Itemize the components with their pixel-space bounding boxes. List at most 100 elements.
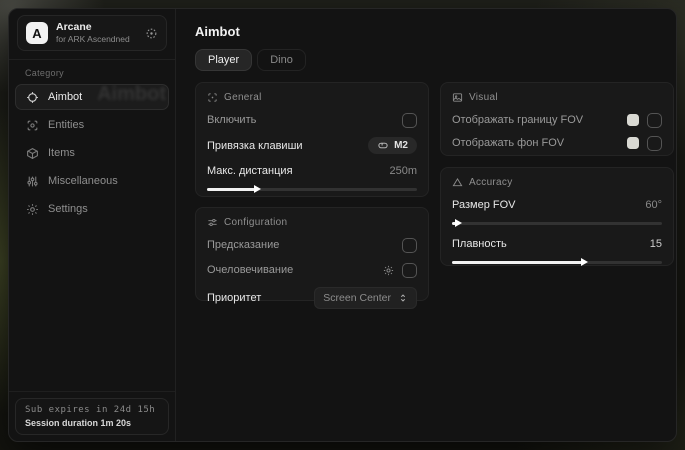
image-icon	[452, 92, 463, 103]
target-icon[interactable]	[145, 27, 158, 40]
humanize-controls	[383, 263, 417, 278]
gear-icon[interactable]	[383, 265, 394, 276]
priority-label: Приоритет	[207, 292, 261, 304]
panel-title: Visual	[469, 92, 498, 103]
brand-title: Arcane	[56, 22, 130, 34]
app-window: A Arcane for ARK Ascendned Category Aimb…	[8, 8, 677, 442]
sidebar-item-label: Miscellaneous	[48, 175, 118, 187]
prediction-checkbox[interactable]	[402, 238, 417, 253]
sidebar-item-items[interactable]: Items	[15, 140, 169, 166]
tab-dino[interactable]: Dino	[257, 49, 306, 71]
fov-bg-color-swatch[interactable]	[627, 137, 639, 149]
sidebar-item-label: Items	[48, 147, 75, 159]
scan-target-icon	[207, 92, 218, 103]
keybind-button[interactable]: M2	[368, 137, 417, 154]
sidebar-item-miscellaneous[interactable]: Miscellaneous	[15, 168, 169, 194]
panel-title: Accuracy	[469, 177, 513, 188]
smoothness-value: 15	[650, 238, 662, 250]
prediction-label: Предсказание	[207, 239, 279, 251]
slider-thumb[interactable]	[455, 219, 462, 227]
panel-title: General	[224, 92, 262, 103]
fov-border-controls	[627, 113, 662, 128]
keybind-value: M2	[394, 140, 408, 151]
panel-general-header: General	[207, 92, 417, 103]
brand-subtitle: for ARK Ascendned	[56, 35, 130, 44]
distance-slider[interactable]	[207, 185, 417, 193]
brand-text: Arcane for ARK Ascendned	[56, 22, 130, 45]
sidebar-item-aimbot[interactable]: Aimbot Aimbot	[15, 84, 169, 110]
fov-border-label: Отображать границу FOV	[452, 114, 583, 126]
sidebar: A Arcane for ARK Ascendned Category Aimb…	[9, 9, 176, 441]
slider-thumb[interactable]	[581, 258, 588, 266]
tune-sliders-icon	[207, 217, 218, 228]
entities-scan-icon	[26, 119, 39, 132]
enable-label: Включить	[207, 114, 256, 126]
aimbot-ghost-text: Aimbot	[97, 84, 166, 106]
tab-player[interactable]: Player	[195, 49, 252, 71]
fov-bg-label: Отображать фон FOV	[452, 137, 564, 149]
sidebar-footer: Sub expires in 24d 15h Session duration …	[9, 391, 175, 441]
slider-fill	[452, 222, 456, 225]
enable-row: Включить	[207, 112, 417, 128]
sidebar-item-settings[interactable]: Settings	[15, 196, 169, 222]
sub-expires-text: Sub expires in 24d 15h	[25, 405, 159, 415]
smoothness-slider[interactable]	[452, 258, 662, 266]
sidebar-item-label: Settings	[48, 203, 88, 215]
panel-accuracy: Accuracy Размер FOV 60° Плавность 15	[440, 167, 674, 266]
chevron-up-down-icon	[398, 293, 408, 303]
fov-size-row: Размер FOV 60°	[452, 197, 662, 213]
distance-row: Макс. дистанция 250m	[207, 163, 417, 179]
brand-card: A Arcane for ARK Ascendned	[17, 15, 167, 51]
distance-value: 250m	[389, 165, 417, 177]
fov-bg-checkbox[interactable]	[647, 136, 662, 151]
smoothness-row: Плавность 15	[452, 236, 662, 252]
panel-title: Configuration	[224, 217, 287, 228]
panel-general: General Включить Привязка клавиши M2 Мак…	[195, 82, 429, 197]
smoothness-label: Плавность	[452, 238, 507, 250]
slider-track	[452, 222, 662, 225]
fov-size-slider[interactable]	[452, 219, 662, 227]
priority-row: Приоритет Screen Center	[207, 287, 417, 309]
sidebar-item-label: Entities	[48, 119, 84, 131]
panel-visual: Visual Отображать границу FOV Отображать…	[440, 82, 674, 156]
fov-border-row: Отображать границу FOV	[452, 112, 662, 128]
crosshair-icon	[26, 91, 39, 104]
keybind-row: Привязка клавиши M2	[207, 137, 417, 154]
prediction-row: Предсказание	[207, 237, 417, 253]
sidebar-nav: Aimbot Aimbot Entities Items Miscellane	[9, 82, 175, 222]
box-icon	[26, 147, 39, 160]
session-card: Sub expires in 24d 15h Session duration …	[15, 398, 169, 435]
fov-bg-controls	[627, 136, 662, 151]
keybind-label: Привязка клавиши	[207, 140, 303, 152]
equalizer-icon	[26, 175, 39, 188]
triangle-delta-icon	[452, 177, 463, 188]
humanize-checkbox[interactable]	[402, 263, 417, 278]
panel-configuration: Configuration Предсказание Очеловечивани…	[195, 207, 429, 301]
fov-size-value: 60°	[645, 199, 662, 211]
panel-configuration-header: Configuration	[207, 217, 417, 228]
main-content: Aimbot Player Dino General Включить Прив…	[176, 9, 676, 441]
fov-border-checkbox[interactable]	[647, 113, 662, 128]
distance-label: Макс. дистанция	[207, 165, 293, 177]
panel-visual-header: Visual	[452, 92, 662, 103]
app-logo: A	[26, 22, 48, 44]
sidebar-item-entities[interactable]: Entities	[15, 112, 169, 138]
gear-icon	[26, 203, 39, 216]
page-title: Aimbot	[195, 24, 240, 39]
fov-size-label: Размер FOV	[452, 199, 515, 211]
fov-border-color-swatch[interactable]	[627, 114, 639, 126]
humanize-row: Очеловечивание	[207, 262, 417, 278]
priority-value: Screen Center	[323, 292, 391, 304]
humanize-label: Очеловечивание	[207, 264, 293, 276]
category-label: Category	[9, 60, 175, 82]
mouse-icon	[377, 140, 389, 151]
sidebar-item-label: Aimbot	[48, 91, 82, 103]
tabs: Player Dino	[195, 49, 306, 71]
slider-thumb[interactable]	[254, 185, 261, 193]
fov-bg-row: Отображать фон FOV	[452, 135, 662, 151]
panel-accuracy-header: Accuracy	[452, 177, 662, 188]
session-duration-text: Session duration 1m 20s	[25, 418, 159, 428]
priority-dropdown[interactable]: Screen Center	[314, 287, 417, 309]
enable-checkbox[interactable]	[402, 113, 417, 128]
slider-fill	[452, 261, 582, 264]
